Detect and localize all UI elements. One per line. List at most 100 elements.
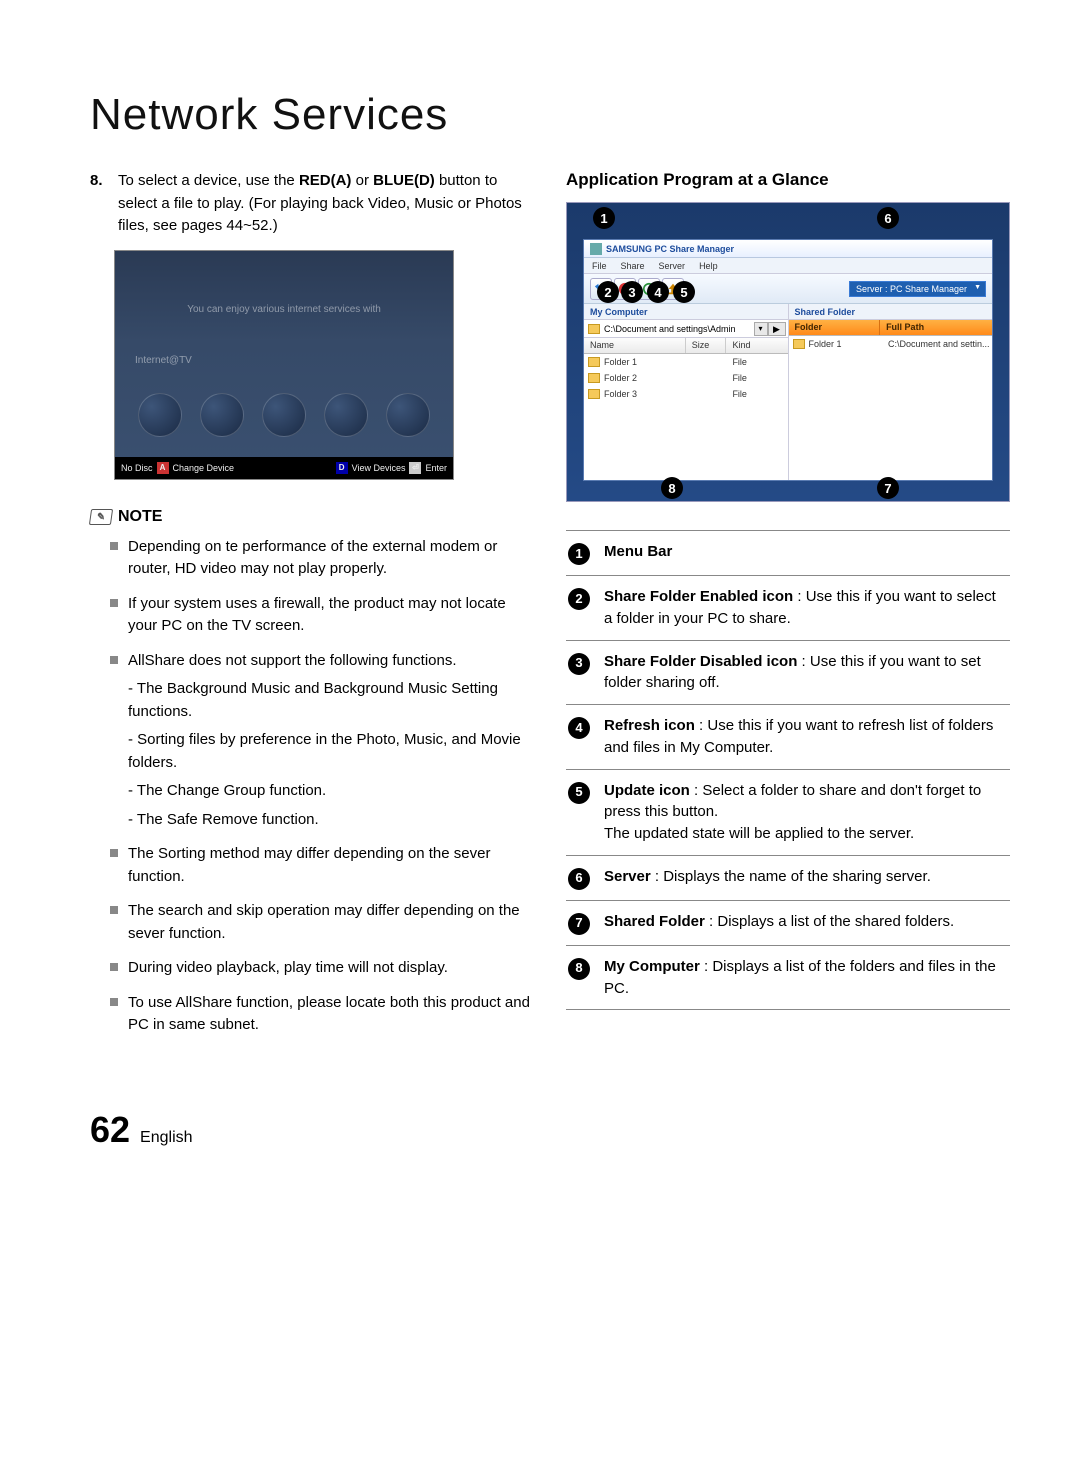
page-number: 62 [90,1109,130,1151]
legend-num-2: 2 [568,588,590,610]
menu-file[interactable]: File [592,261,607,271]
col-name[interactable]: Name [584,338,686,353]
folder-icon [793,339,805,349]
legend-row: 3 Share Folder Disabled icon : Use this … [566,641,1010,706]
note-list: Depending on te performance of the exter… [90,536,534,1037]
red-a-icon: A [157,462,169,474]
folder-icon [588,389,600,399]
server-dropdown[interactable]: Server : PC Share Manager [849,281,986,297]
legend-table: 1 Menu Bar 2 Share Folder Enabled icon :… [566,530,1010,1010]
folder-icon [588,373,600,383]
folder-icon [588,324,600,334]
menu-server[interactable]: Server [659,261,686,271]
legend-text: Share Folder Enabled icon : Use this if … [604,586,1008,630]
pane-head-left: My Computer [584,304,788,320]
bar-enter: Enter [425,463,447,473]
step-red: RED(A) [299,172,352,189]
left-columns: Name Size Kind [584,338,788,354]
left-column: 8. To select a device, use the RED(A) or… [90,170,534,1049]
path-dropdown-icon[interactable]: ▾ [754,322,768,336]
col-folder[interactable]: Folder [789,320,881,335]
cell-name: Folder 2 [604,373,696,383]
note-icon: ✎ [89,509,113,525]
menu-bar[interactable]: File Share Server Help [584,258,992,274]
callout-6: 6 [877,207,899,229]
legend-row: 1 Menu Bar [566,530,1010,576]
right-column: Application Program at a Glance 1 2 3 4 … [566,170,1010,1049]
shared-folder-pane: Shared Folder Folder Full Path Folder 1C… [789,304,993,480]
note-item: To use AllShare function, please locate … [110,992,534,1037]
col-fullpath[interactable]: Full Path [880,320,992,335]
step-blue: BLUE(D) [373,172,435,189]
legend-text: Server : Displays the name of the sharin… [604,866,931,888]
footer: 62 English [90,1109,1010,1151]
thumb-caption: You can enjoy various internet services … [135,303,433,316]
note-subitem: Sorting files by preference in the Photo… [128,729,534,774]
legend-bold: Shared Folder [604,913,705,930]
path-text: C:\Document and settings\Admin [604,324,736,334]
legend-num-1: 1 [568,543,590,565]
thumb-apps [115,393,453,437]
note-item-text: AllShare does not support the following … [128,652,457,669]
note-sublist: The Background Music and Background Musi… [128,678,534,831]
menu-share[interactable]: Share [621,261,645,271]
app-heading: Application Program at a Glance [566,170,1010,190]
legend-row: 4 Refresh icon : Use this if you want to… [566,705,1010,770]
legend-desc: : Displays a list of the shared folders. [705,913,954,930]
callout-7: 7 [877,477,899,499]
table-row[interactable]: Folder 3File [584,386,788,402]
app-screenshot: 1 2 3 4 5 6 7 8 SAMSUNG PC Share Manager… [566,202,1010,502]
app-circle [324,393,368,437]
col-kind[interactable]: Kind [726,338,787,353]
legend-bold: Menu Bar [604,543,672,560]
thumb-statusbar: No Disc A Change Device D View Devices ⏎… [115,457,453,479]
cell-kind: File [732,357,787,367]
cell-name: Folder 3 [604,389,696,399]
app-circle [262,393,306,437]
step-text: To select a device, use the RED(A) or BL… [118,170,534,238]
legend-row: 2 Share Folder Enabled icon : Use this i… [566,576,1010,641]
pane-head-right: Shared Folder [789,304,993,320]
legend-bold: Share Folder Enabled icon [604,588,793,605]
legend-text: Share Folder Disabled icon : Use this if… [604,651,1008,695]
toolbar: Server : PC Share Manager [584,274,992,304]
note-label: NOTE [118,508,162,526]
legend-bold: Refresh icon [604,717,695,734]
bar-view: View Devices [352,463,406,473]
right-columns: Folder Full Path [789,320,993,336]
note-item: The search and skip operation may differ… [110,900,534,945]
legend-num-5: 5 [568,782,590,804]
legend-num-7: 7 [568,913,590,935]
menu-help[interactable]: Help [699,261,718,271]
callout-4: 4 [647,281,669,303]
right-rows: Folder 1C:\Document and settin... [789,336,993,480]
bar-nodisc: No Disc [121,463,153,473]
window-titlebar: SAMSUNG PC Share Manager [584,240,992,258]
legend-bold: Update icon [604,782,690,799]
cell-name: Folder 1 [604,357,696,367]
table-row[interactable]: Folder 1 File [584,354,788,370]
legend-num-6: 6 [568,868,590,890]
table-row[interactable]: Folder 2File [584,370,788,386]
col-size[interactable]: Size [686,338,727,353]
app-window: SAMSUNG PC Share Manager File Share Serv… [583,239,993,481]
callout-8: 8 [661,477,683,499]
legend-num-3: 3 [568,653,590,675]
step-text-a: To select a device, use the [118,172,299,189]
legend-row: 7 Shared Folder : Displays a list of the… [566,901,1010,946]
table-row[interactable]: Folder 1C:\Document and settin... [789,336,993,352]
step-text-b: or [351,172,373,189]
footer-lang: English [140,1129,192,1147]
note-subitem: The Change Group function. [128,780,534,803]
note-item: During video playback, play time will no… [110,957,534,980]
go-button[interactable]: ▶ [768,322,786,336]
blue-d-icon: D [336,462,348,474]
legend-text: Menu Bar [604,541,672,563]
my-computer-pane: My Computer C:\Document and settings\Adm… [584,304,789,480]
path-row[interactable]: C:\Document and settings\Admin ▾ ▶ [584,320,788,338]
legend-row: 6 Server : Displays the name of the shar… [566,856,1010,901]
legend-text: My Computer : Displays a list of the fol… [604,956,1008,1000]
legend-row: 5 Update icon : Select a folder to share… [566,770,1010,856]
note-subitem: The Safe Remove function. [128,809,534,832]
note-item: The Sorting method may differ depending … [110,843,534,888]
